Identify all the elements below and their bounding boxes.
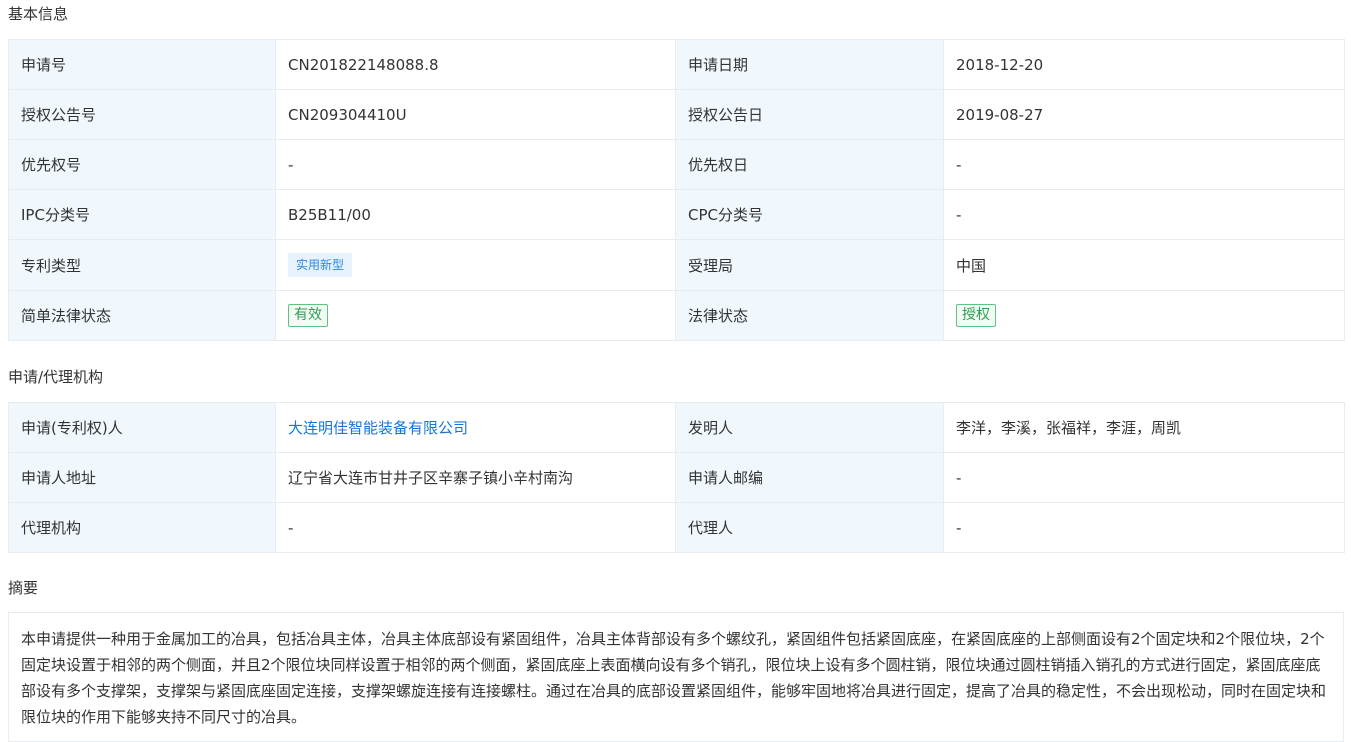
patent-type-cell: 实用新型 (275, 239, 676, 291)
priority-number-value: - (275, 139, 676, 190)
inventor-label: 发明人 (675, 402, 944, 453)
application-date-label: 申请日期 (675, 39, 944, 90)
receiving-office-label: 受理局 (675, 239, 944, 291)
table-row: 代理机构 - 代理人 - (8, 502, 1345, 553)
basic-info-title: 基本信息 (8, 5, 69, 23)
applicant-label: 申请(专利权)人 (8, 402, 276, 453)
ipc-value: B25B11/00 (275, 189, 676, 240)
priority-date-label: 优先权日 (675, 139, 944, 190)
receiving-office-value: 中国 (943, 239, 1345, 291)
patent-type-label: 专利类型 (8, 239, 276, 291)
applicant-address-value: 辽宁省大连市甘井子区辛寨子镇小辛村南沟 (275, 452, 676, 503)
grant-pub-date-label: 授权公告日 (675, 89, 944, 140)
grant-pub-date-value: 2019-08-27 (943, 89, 1345, 140)
priority-number-label: 优先权号 (8, 139, 276, 190)
legal-status-label: 法律状态 (675, 290, 944, 341)
grant-pub-number-label: 授权公告号 (8, 89, 276, 140)
agency-info-title: 申请/代理机构 (8, 368, 104, 386)
inventor-value: 李洋，李溪，张福祥，李涯，周凯 (943, 402, 1345, 453)
cpc-value: - (943, 189, 1345, 240)
ipc-label: IPC分类号 (8, 189, 276, 240)
applicant-address-label: 申请人地址 (8, 452, 276, 503)
patent-type-badge: 实用新型 (288, 253, 353, 277)
application-number-label: 申请号 (8, 39, 276, 90)
applicant-cell: 大连明佳智能装备有限公司 (275, 402, 676, 453)
grant-pub-number-value: CN209304410U (275, 89, 676, 140)
legal-status-badge: 授权 (956, 304, 996, 327)
simple-legal-status-label: 简单法律状态 (8, 290, 276, 341)
legal-status-cell: 授权 (943, 290, 1345, 341)
simple-legal-status-cell: 有效 (275, 290, 676, 341)
table-row: 申请人地址 辽宁省大连市甘井子区辛寨子镇小辛村南沟 申请人邮编 - (8, 452, 1345, 503)
simple-legal-status-badge: 有效 (288, 304, 328, 327)
table-row: 申请(专利权)人 大连明佳智能装备有限公司 发明人 李洋，李溪，张福祥，李涯，周… (8, 402, 1345, 453)
cpc-label: CPC分类号 (675, 189, 944, 240)
agency-value: - (275, 502, 676, 553)
agency-label: 代理机构 (8, 502, 276, 553)
application-date-value: 2018-12-20 (943, 39, 1345, 90)
table-row: 优先权号 - 优先权日 - (8, 139, 1345, 190)
agent-value: - (943, 502, 1345, 553)
basic-info-table: 申请号 CN201822148088.8 申请日期 2018-12-20 授权公… (8, 39, 1345, 341)
table-row: 简单法律状态 有效 法律状态 授权 (8, 290, 1345, 341)
priority-date-value: - (943, 139, 1345, 190)
agency-info-table: 申请(专利权)人 大连明佳智能装备有限公司 发明人 李洋，李溪，张福祥，李涯，周… (8, 402, 1345, 553)
abstract-text: 本申请提供一种用于金属加工的冶具，包括冶具主体，冶具主体底部设有紧固组件，冶具主… (8, 612, 1344, 742)
abstract-title: 摘要 (8, 579, 39, 597)
applicant-zip-label: 申请人邮编 (675, 452, 944, 503)
table-row: 申请号 CN201822148088.8 申请日期 2018-12-20 (8, 39, 1345, 90)
agent-label: 代理人 (675, 502, 944, 553)
table-row: 专利类型 实用新型 受理局 中国 (8, 239, 1345, 291)
table-row: IPC分类号 B25B11/00 CPC分类号 - (8, 189, 1345, 240)
application-number-value: CN201822148088.8 (275, 39, 676, 90)
table-row: 授权公告号 CN209304410U 授权公告日 2019-08-27 (8, 89, 1345, 140)
applicant-zip-value: - (943, 452, 1345, 503)
applicant-link[interactable]: 大连明佳智能装备有限公司 (288, 419, 468, 437)
